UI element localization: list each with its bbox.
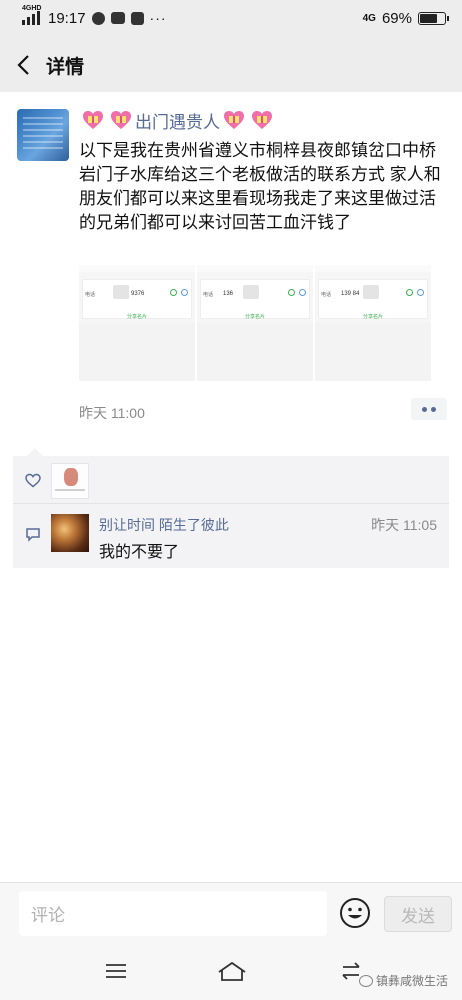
image-tel-label: 电话 <box>203 292 214 298</box>
commenter-name[interactable]: 别让时间 陌生了彼此 <box>99 515 229 535</box>
heart-gift-icon <box>110 110 132 130</box>
comment-icon <box>26 528 40 542</box>
wechat-icon <box>358 974 373 987</box>
home-icon[interactable] <box>216 960 248 982</box>
chevron-left-icon <box>17 55 29 75</box>
moment-post: 出门遇贵人 以下是我在贵州省遵义市桐梓县夜郎镇岔口中桥岩门子水库给这三个老板做活… <box>0 92 462 882</box>
heart-outline-icon <box>25 473 41 488</box>
notification-icon <box>91 11 105 25</box>
signal-icon: 4GHD <box>22 5 41 25</box>
image-number: 9376 <box>131 291 145 297</box>
author-name-row[interactable]: 出门遇贵人 <box>79 106 276 134</box>
post-time: 昨天 11:00 <box>79 405 145 421</box>
post-image-2[interactable]: 电话 136 分享名片 <box>197 265 313 381</box>
battery-icon <box>418 11 449 25</box>
status-bar: 4GHD 19:17 ··· 4G 69% <box>0 0 462 36</box>
image-number: 139 84 <box>341 291 360 297</box>
menu-icon[interactable] <box>102 960 130 982</box>
battery-percent: 69% <box>381 9 412 27</box>
send-button[interactable]: 发送 <box>384 896 452 932</box>
image-tel-label: 电话 <box>321 292 332 298</box>
network-type: 4G <box>362 12 376 24</box>
heart-gift-icon <box>251 110 273 130</box>
heart-gift-icon <box>223 110 245 130</box>
post-content: 以下是我在贵州省遵义市桐梓县夜郎镇岔口中桥岩门子水库给这三个老板做活的联系方式 … <box>79 141 441 232</box>
play-icon <box>130 11 144 25</box>
post-image-3[interactable]: 电话 139 84 分享名片 <box>315 265 431 381</box>
post-images: 电话 9376 分享名片 电话 136 分享名片 电话 139 84 分享名片 <box>79 265 431 381</box>
emoji-icon[interactable] <box>339 897 371 929</box>
author-avatar[interactable] <box>17 109 69 161</box>
comment-bar: 评论 发送 <box>0 882 462 942</box>
system-nav-bar: 镇彝咸微生活 <box>0 942 462 1000</box>
status-time: 19:17 <box>48 9 86 27</box>
commenter-avatar[interactable] <box>51 514 89 552</box>
comment-time: 昨天 11:05 <box>371 517 437 533</box>
more-button[interactable] <box>411 398 447 420</box>
post-image-1[interactable]: 电话 9376 分享名片 <box>79 265 195 381</box>
image-share-label: 分享名片 <box>244 314 265 320</box>
comment-text[interactable]: 我的不要了 <box>99 538 179 562</box>
watermark: 镇彝咸微生活 <box>358 972 448 989</box>
likes-comments-panel: 别让时间 陌生了彼此 昨天 11:05 我的不要了 <box>13 448 449 568</box>
heart-gift-icon <box>82 110 104 130</box>
image-tel-label: 电话 <box>85 292 96 298</box>
image-number: 136 <box>223 291 234 297</box>
image-share-label: 分享名片 <box>126 314 147 320</box>
more-notifications-icon: ··· <box>149 10 167 26</box>
page-title: 详情 <box>46 56 85 78</box>
likes-row <box>13 456 449 504</box>
liker-avatar[interactable] <box>51 463 89 499</box>
message-icon <box>110 12 125 24</box>
nav-bar: 详情 <box>0 40 462 90</box>
image-share-label: 分享名片 <box>362 314 383 320</box>
more-dots-icon <box>422 406 427 412</box>
author-name: 出门遇贵人 <box>135 112 220 132</box>
comment-input[interactable]: 评论 <box>19 891 327 936</box>
back-button[interactable] <box>0 42 46 88</box>
